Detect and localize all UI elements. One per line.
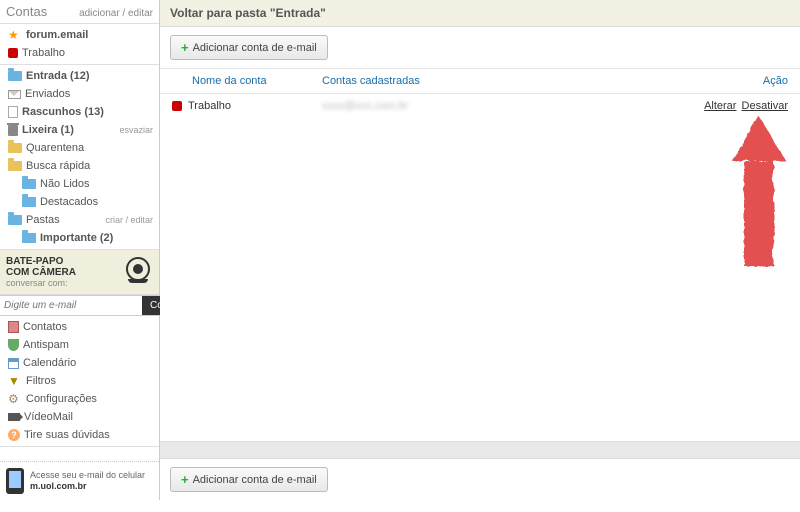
folder-destacados[interactable]: Destacados	[0, 193, 159, 211]
red-square-icon	[172, 101, 182, 111]
tool-videomail[interactable]: VídeoMail	[0, 408, 159, 426]
folder-nao-lidos[interactable]: Não Lidos	[0, 175, 159, 193]
folder-pastas[interactable]: Pastas criar / editar	[0, 211, 159, 229]
folder-icon	[8, 215, 22, 225]
sidebar: Contas adicionar / editar ★ forum.email …	[0, 0, 160, 500]
chat-title-2: COM CÂMERA	[6, 267, 117, 278]
chat-subtitle: conversar com:	[6, 278, 117, 288]
folder-lixeira[interactable]: Lixeira (1) esvaziar	[0, 121, 159, 139]
col-acao: Ação	[668, 75, 788, 87]
camera-icon	[8, 413, 20, 421]
sidebar-title: Contas	[6, 4, 47, 19]
add-account-button-top[interactable]: + Adicionar conta de e-mail	[170, 35, 328, 60]
account-label: Trabalho	[22, 47, 153, 59]
top-add-bar: + Adicionar conta de e-mail	[160, 27, 800, 69]
create-edit-folders-link[interactable]: criar / editar	[105, 215, 153, 225]
table-row: Trabalho xxxx@xxx.com.br Alterar Desativ…	[160, 94, 800, 118]
table-header: Nome da conta Contas cadastradas Ação	[160, 69, 800, 94]
tool-antispam[interactable]: Antispam	[0, 336, 159, 354]
folder-busca-rapida[interactable]: Busca rápida	[0, 157, 159, 175]
folder-importante[interactable]: Importante (2)	[0, 229, 159, 247]
folder-rascunhos[interactable]: Rascunhos (13)	[0, 103, 159, 121]
folder-quarentena[interactable]: Quarentena	[0, 139, 159, 157]
col-contas: Contas cadastradas	[322, 75, 668, 87]
trash-icon	[8, 125, 18, 136]
document-icon	[8, 106, 18, 118]
question-icon: ?	[8, 429, 20, 441]
main-panel: Voltar para pasta "Entrada" + Adicionar …	[160, 0, 800, 500]
folder-icon	[8, 71, 22, 81]
bottom-add-bar: + Adicionar conta de e-mail	[160, 459, 800, 500]
tool-contatos[interactable]: Contatos	[0, 318, 159, 336]
plus-icon: +	[181, 40, 189, 55]
chat-promo: BATE-PAPO COM CÂMERA conversar com:	[0, 250, 159, 295]
tool-filtros[interactable]: ▼ Filtros	[0, 372, 159, 390]
empty-trash-link[interactable]: esvaziar	[119, 125, 153, 135]
plus-icon: +	[181, 472, 189, 487]
sidebar-account-trabalho[interactable]: Trabalho	[0, 44, 159, 62]
chat-form: Convidar	[0, 295, 159, 316]
separator-bar	[160, 441, 800, 459]
folder-enviados[interactable]: Enviados	[0, 85, 159, 103]
contacts-icon	[8, 321, 19, 333]
folder-icon	[22, 197, 36, 207]
envelope-icon	[8, 90, 21, 99]
folder-icon	[22, 233, 36, 243]
tool-configuracoes[interactable]: ⚙ Configurações	[0, 390, 159, 408]
red-square-icon	[8, 48, 18, 58]
tool-calendario[interactable]: Calendário	[0, 354, 159, 372]
account-label: forum.email	[26, 29, 153, 41]
folder-entrada[interactable]: Entrada (12)	[0, 67, 159, 85]
chat-email-input[interactable]	[0, 296, 142, 315]
folder-icon	[22, 179, 36, 189]
folder-icon	[8, 143, 22, 153]
shield-icon	[8, 339, 19, 351]
sidebar-header: Contas adicionar / editar	[0, 0, 159, 24]
desativar-link[interactable]: Desativar	[742, 100, 788, 112]
accounts-section: ★ forum.email Trabalho	[0, 24, 159, 65]
funnel-icon: ▼	[8, 375, 22, 387]
back-to-folder-link[interactable]: Voltar para pasta "Entrada"	[160, 0, 800, 27]
calendar-icon	[8, 358, 19, 369]
star-icon: ★	[8, 29, 22, 41]
sidebar-add-edit-link[interactable]: adicionar / editar	[79, 8, 153, 19]
gear-icon: ⚙	[8, 393, 22, 405]
add-account-button-bottom[interactable]: + Adicionar conta de e-mail	[170, 467, 328, 492]
mobile-promo[interactable]: Acesse seu e-mail do celular m.uol.com.b…	[0, 461, 159, 500]
chat-title-1: BATE-PAPO	[6, 256, 117, 267]
sidebar-account-forum[interactable]: ★ forum.email	[0, 26, 159, 44]
alterar-link[interactable]: Alterar	[704, 100, 736, 112]
row-account-name: Trabalho	[188, 100, 231, 112]
row-email-blurred: xxxx@xxx.com.br	[322, 100, 668, 112]
folder-icon	[8, 161, 22, 171]
webcam-icon	[123, 257, 153, 287]
col-nome: Nome da conta	[172, 75, 322, 87]
folders-section: Entrada (12) Enviados Rascunhos (13) Lix…	[0, 65, 159, 250]
phone-icon	[6, 468, 24, 494]
tools-section: Contatos Antispam Calendário ▼ Filtros ⚙…	[0, 316, 159, 447]
tool-tire-duvidas[interactable]: ? Tire suas dúvidas	[0, 426, 159, 444]
